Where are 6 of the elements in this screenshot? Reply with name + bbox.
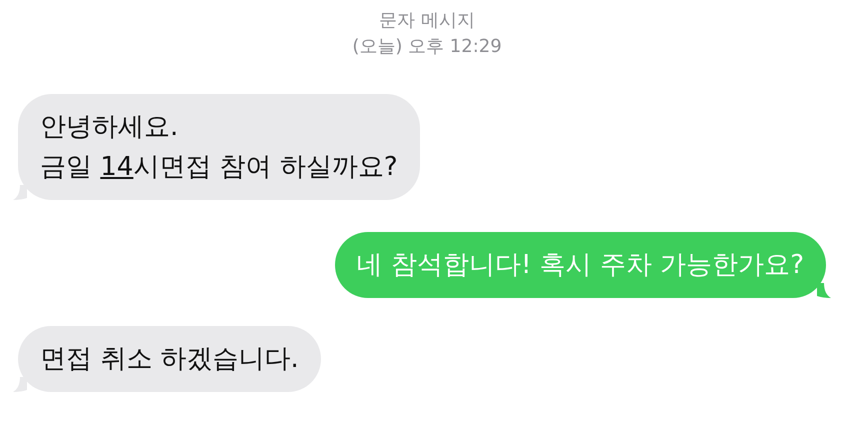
service-label: 문자 메시지 [379,9,475,33]
message-text: 안녕하세요. 금일 14시면접 참여 하실까요? [40,112,398,182]
date-link[interactable]: 14 [100,152,134,182]
message-text: 면접 취소 하겠습니다. [40,344,299,374]
timestamp: (오늘) 오후 12:29 [352,35,502,59]
message-text: 네 참석합니다! 혹시 주차 가능한가요? [356,250,804,280]
